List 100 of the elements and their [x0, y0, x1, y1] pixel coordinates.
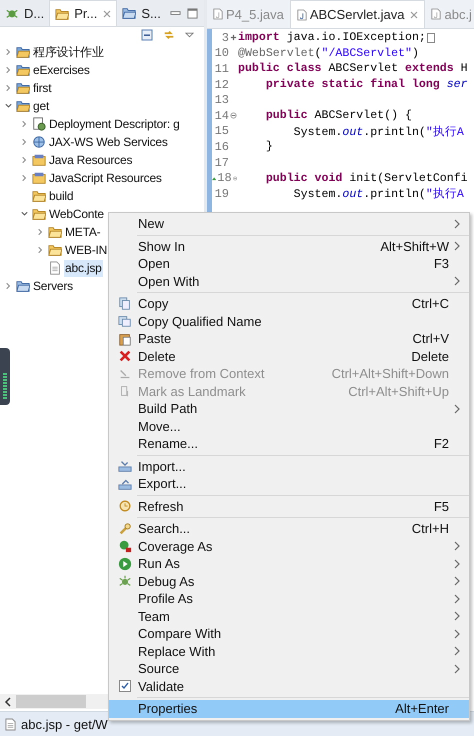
- tree-item[interactable]: 程序设计作业: [32, 44, 105, 60]
- tree-item[interactable]: eExercises: [32, 62, 91, 78]
- code-line: import java.io.IOException;: [238, 31, 426, 44]
- tree-item[interactable]: abc.jsp: [64, 260, 103, 276]
- menu-item[interactable]: Paste Ctrl+V: [109, 330, 469, 348]
- folder-icon: [48, 225, 62, 239]
- view-tab[interactable]: S...: [117, 0, 166, 26]
- menu-item[interactable]: Coverage As: [109, 538, 469, 555]
- menu-item[interactable]: Properties Alt+Enter: [109, 700, 469, 718]
- menu-item[interactable]: Replace With: [109, 642, 469, 660]
- menu-item[interactable]: Compare With: [109, 625, 469, 642]
- menu-item[interactable]: Build Path: [109, 400, 469, 418]
- project-folder-icon: [16, 45, 30, 59]
- checkbox-checked-icon[interactable]: [119, 680, 131, 692]
- export-icon: [118, 476, 132, 491]
- menu-item[interactable]: Copy Ctrl+C: [109, 295, 469, 312]
- chevron-right-icon[interactable]: [4, 281, 13, 291]
- chevron-right-icon[interactable]: [20, 119, 29, 129]
- file-icon: [213, 8, 223, 20]
- menu-item[interactable]: Rename... F2: [109, 435, 469, 452]
- menu-item[interactable]: Show In Alt+Shift+W: [109, 238, 469, 255]
- chevron-right-icon[interactable]: [20, 137, 29, 147]
- line-number: 11: [214, 62, 229, 76]
- maximize-icon[interactable]: [187, 8, 198, 18]
- collapse-all-icon[interactable]: [141, 29, 153, 41]
- tree-item[interactable]: get: [32, 98, 50, 114]
- chevron-right-icon[interactable]: [36, 245, 45, 255]
- menu-item[interactable]: Open F3: [109, 255, 469, 272]
- line-number: 15: [214, 124, 229, 138]
- menu-item[interactable]: Profile As: [109, 590, 469, 608]
- menu-item[interactable]: Source: [109, 660, 469, 678]
- tree-item[interactable]: Servers: [32, 278, 74, 294]
- chevron-right-icon[interactable]: [20, 155, 29, 165]
- view-tab[interactable]: Pr...: [49, 0, 118, 26]
- line-number: 19: [214, 186, 229, 201]
- menu-item[interactable]: Import...: [109, 458, 469, 475]
- line-number: 13: [214, 93, 229, 108]
- chevron-right-icon[interactable]: [4, 65, 13, 75]
- tree-item[interactable]: WEB-IN: [64, 242, 108, 258]
- folder-icon: [32, 189, 46, 203]
- chevron-right-icon[interactable]: [20, 173, 29, 183]
- project-folder-icon: [16, 99, 30, 113]
- menu-item[interactable]: Validate: [109, 678, 469, 695]
- globe-icon: [32, 135, 46, 149]
- link-icon[interactable]: [163, 29, 175, 41]
- copy-icon: [118, 314, 132, 328]
- clipboard-icon: [118, 332, 132, 346]
- menu-item[interactable]: Export...: [109, 475, 469, 492]
- menu-item[interactable]: Team: [109, 608, 469, 625]
- menu-item[interactable]: Copy Qualified Name: [109, 312, 469, 330]
- project-folder-icon: [16, 63, 30, 77]
- chevron-right-icon[interactable]: [36, 227, 45, 237]
- chevron-right-icon[interactable]: [4, 47, 13, 57]
- menu-item[interactable]: Debug As: [109, 572, 469, 590]
- code-line: public ABCServlet() {: [264, 109, 412, 122]
- library-folder-icon: [32, 153, 46, 167]
- editor-tab[interactable]: ABCServlet.java: [290, 0, 426, 28]
- collapse-icon[interactable]: [232, 174, 237, 182]
- menu-item[interactable]: Search... Ctrl+H: [109, 520, 469, 538]
- menu-item[interactable]: Refresh F5: [109, 498, 469, 515]
- collapse-icon[interactable]: [230, 112, 237, 120]
- scroll-left-icon[interactable]: [4, 696, 12, 706]
- delete-icon: [118, 349, 132, 364]
- close-icon[interactable]: [410, 10, 418, 18]
- menu-item[interactable]: New: [109, 215, 469, 232]
- chevron-right-icon[interactable]: [4, 83, 13, 93]
- code-line: public class ABCServlet extends H: [238, 62, 468, 76]
- expand-icon[interactable]: [230, 34, 237, 42]
- tree-item[interactable]: Java Resources: [48, 152, 134, 168]
- coverage-icon: [118, 539, 132, 554]
- tree-item[interactable]: JAX-WS Web Services: [48, 134, 169, 150]
- tree-item[interactable]: WebConte: [48, 206, 105, 222]
- library-folder-icon: [32, 171, 46, 185]
- menu-item[interactable]: Run As: [109, 555, 469, 572]
- view-tab[interactable]: D...: [0, 0, 50, 26]
- tree-item[interactable]: first: [32, 80, 52, 96]
- menu-item[interactable]: Move...: [109, 418, 469, 435]
- tree-item[interactable]: build: [48, 188, 74, 204]
- folder-icon: [55, 6, 70, 20]
- scrollbar-thumb[interactable]: [16, 695, 86, 708]
- tree-item[interactable]: JavaScript Resources: [48, 170, 163, 186]
- file-icon: [431, 8, 442, 20]
- meter-widget: [0, 348, 10, 405]
- tree-item[interactable]: Deployment Descriptor: g: [48, 116, 181, 132]
- code-line: System.out.println("执行A: [292, 186, 464, 202]
- close-icon[interactable]: [103, 10, 112, 18]
- code-line: }: [264, 140, 273, 154]
- line-number: 18: [217, 171, 232, 186]
- dropdown-icon[interactable]: [185, 32, 194, 38]
- import-icon: [118, 459, 132, 474]
- menu-item[interactable]: Open With: [109, 272, 469, 290]
- menu-item[interactable]: Delete Delete: [109, 348, 469, 365]
- folded-code-icon: [426, 32, 435, 43]
- line-number: 10: [214, 46, 229, 60]
- project-folder-icon: [16, 81, 30, 95]
- file-icon: [48, 261, 62, 275]
- status-text: abc.jsp - get/W: [21, 716, 108, 732]
- tree-item[interactable]: META-: [64, 224, 102, 240]
- code-line: @WebServlet("/ABCServlet"): [238, 46, 419, 60]
- line-number: 16: [214, 140, 229, 154]
